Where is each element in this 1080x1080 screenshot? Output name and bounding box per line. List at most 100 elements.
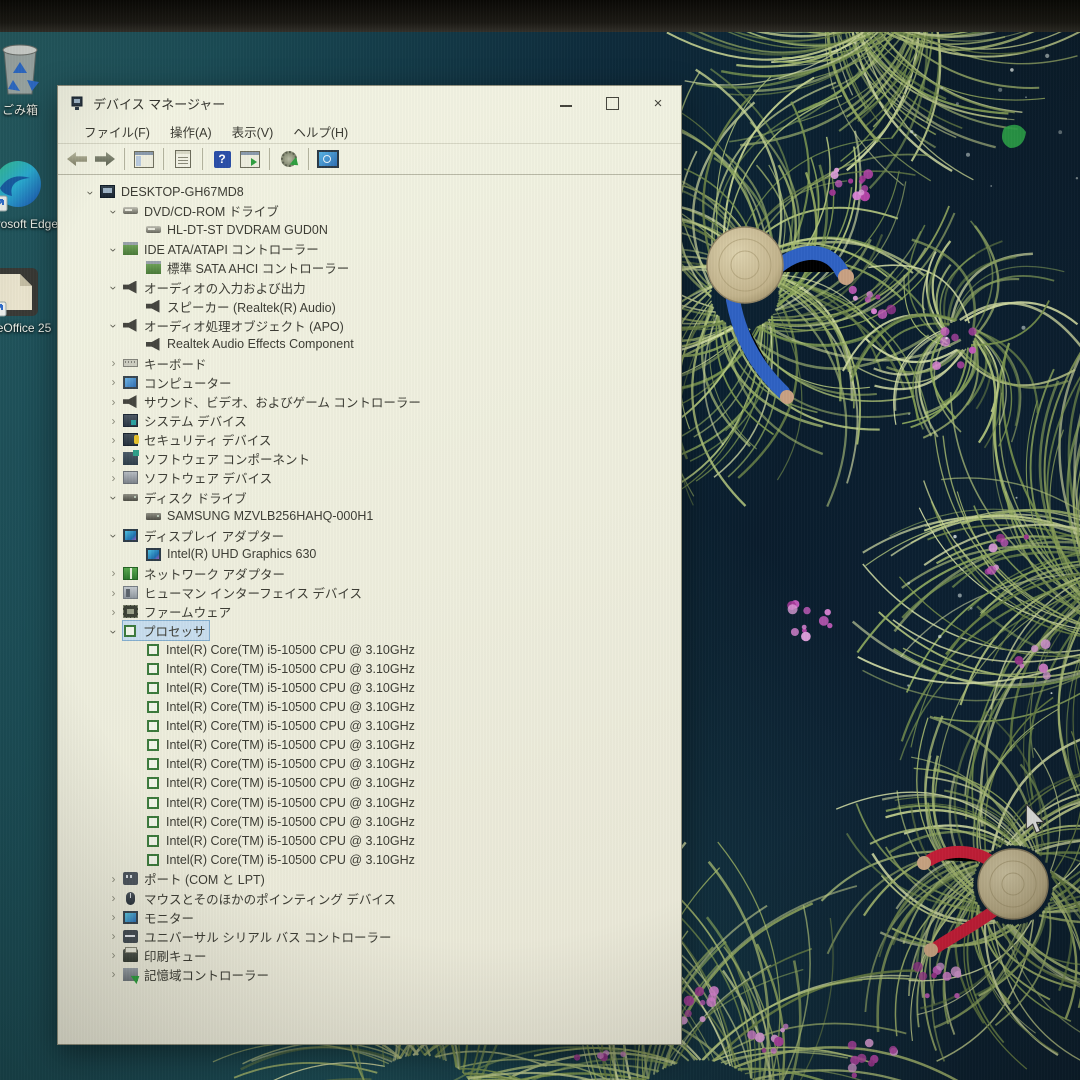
tree-row[interactable]: Intel(R) Core(TM) i5-10500 CPU @ 3.10GHz — [58, 717, 681, 736]
window-title: デバイス マネージャー — [93, 94, 543, 113]
desktop-icon-libreoffice[interactable]: LibreOffice 25 — [0, 266, 62, 335]
properties-icon[interactable] — [172, 149, 194, 169]
menu-view[interactable]: 表示(V) — [222, 120, 284, 143]
action-pane-icon[interactable] — [239, 149, 261, 169]
tree-row[interactable]: Intel(R) Core(TM) i5-10500 CPU @ 3.10GHz — [58, 736, 681, 755]
device-label: HL-DT-ST DVDRAM GUD0N — [167, 223, 328, 237]
chevron-right-icon[interactable]: › — [105, 606, 122, 618]
chevron-down-icon[interactable]: › — [108, 318, 120, 335]
tree-row[interactable]: HL-DT-ST DVDRAM GUD0N — [58, 220, 681, 239]
tree-row[interactable]: ›モニター — [58, 908, 681, 927]
tree-row[interactable]: ›ディスク ドライブ — [58, 488, 681, 507]
tree-row[interactable]: Intel(R) Core(TM) i5-10500 CPU @ 3.10GHz — [58, 774, 681, 793]
chevron-down-icon[interactable]: › — [108, 623, 120, 640]
processor-icon — [147, 835, 159, 847]
tree-row[interactable]: ›ヒューマン インターフェイス デバイス — [58, 583, 681, 602]
usb-icon — [123, 930, 138, 943]
tree-row[interactable]: › ディスプレイ アダプター — [58, 526, 681, 545]
desktop-icon-label: ごみ箱 — [2, 101, 38, 118]
ports-icon — [123, 872, 138, 885]
device-label: ディスプレイ アダプター — [144, 526, 284, 545]
device-label: ファームウェア — [144, 602, 231, 621]
tree-row[interactable]: › ファームウェア — [58, 602, 681, 621]
chevron-right-icon[interactable]: › — [105, 930, 122, 942]
chevron-down-icon[interactable]: › — [108, 490, 120, 507]
tree-row[interactable]: ›DESKTOP-GH67MD8 — [58, 182, 681, 201]
show-console-tree-icon[interactable] — [133, 149, 155, 169]
chevron-right-icon[interactable]: › — [105, 587, 122, 599]
tree-row[interactable]: ›マウスとそのほかのポインティング デバイス — [58, 888, 681, 907]
tree-row[interactable]: Intel(R) Core(TM) i5-10500 CPU @ 3.10GHz — [58, 659, 681, 678]
tree-row[interactable]: ›ネットワーク アダプター — [58, 564, 681, 583]
tree-row[interactable]: ›IDE ATA/ATAPI コントローラー — [58, 239, 681, 258]
scan-hardware-changes-icon[interactable] — [278, 149, 300, 169]
tree-row[interactable]: ›記憶域コントローラー — [58, 965, 681, 984]
chevron-right-icon[interactable]: › — [105, 376, 122, 388]
tree-row[interactable]: Intel(R) Core(TM) i5-10500 CPU @ 3.10GHz — [58, 640, 681, 659]
tree-row[interactable]: ›サウンド、ビデオ、およびゲーム コントローラー — [58, 392, 681, 411]
back-icon[interactable] — [66, 149, 88, 169]
tree-row[interactable]: ›DVD/CD-ROM ドライブ — [58, 201, 681, 220]
chevron-down-icon[interactable]: › — [108, 203, 120, 220]
chevron-right-icon[interactable]: › — [105, 911, 122, 923]
device-label: スピーカー (Realtek(R) Audio) — [167, 297, 336, 316]
tree-row[interactable]: ›ユニバーサル シリアル バス コントローラー — [58, 927, 681, 946]
chevron-down-icon[interactable]: › — [108, 241, 120, 258]
tree-row[interactable]: Intel(R) Core(TM) i5-10500 CPU @ 3.10GHz — [58, 698, 681, 717]
tree-row[interactable]: ›システム デバイス — [58, 411, 681, 430]
tree-row[interactable]: Intel(R) Core(TM) i5-10500 CPU @ 3.10GHz — [58, 850, 681, 869]
chevron-right-icon[interactable]: › — [105, 567, 122, 579]
chevron-right-icon[interactable]: › — [105, 453, 122, 465]
tree-row[interactable]: Realtek Audio Effects Component — [58, 335, 681, 354]
tree-row[interactable]: スピーカー (Realtek(R) Audio) — [58, 297, 681, 316]
help-icon[interactable]: ? — [211, 149, 233, 169]
tree-row[interactable]: Intel(R) Core(TM) i5-10500 CPU @ 3.10GHz — [58, 678, 681, 697]
chevron-right-icon[interactable]: › — [105, 968, 122, 980]
tree-row[interactable]: SAMSUNG MZVLB256HAHQ-000H1 — [58, 507, 681, 526]
tree-row[interactable]: Intel(R) Core(TM) i5-10500 CPU @ 3.10GHz — [58, 812, 681, 831]
chevron-right-icon[interactable]: › — [105, 396, 122, 408]
chevron-right-icon[interactable]: › — [105, 949, 122, 961]
tree-row[interactable]: Intel(R) Core(TM) i5-10500 CPU @ 3.10GHz — [58, 755, 681, 774]
tree-row[interactable]: Intel(R) Core(TM) i5-10500 CPU @ 3.10GHz — [58, 793, 681, 812]
software-device-icon — [123, 471, 138, 484]
tree-row[interactable]: ›キーボード — [58, 354, 681, 373]
menu-help[interactable]: ヘルプ(H) — [283, 120, 358, 143]
tree-row[interactable]: 標準 SATA AHCI コントローラー — [58, 258, 681, 277]
chevron-right-icon[interactable]: › — [105, 415, 122, 427]
tree-row[interactable]: ›プロセッサ — [58, 621, 681, 640]
close-button[interactable]: × — [635, 86, 681, 120]
tree-row[interactable]: ›ポート (COM と LPT) — [58, 869, 681, 888]
chevron-right-icon[interactable]: › — [105, 434, 122, 446]
forward-icon[interactable] — [94, 149, 116, 169]
tree-row[interactable]: ›ソフトウェア コンポーネント — [58, 449, 681, 468]
chevron-down-icon[interactable]: › — [108, 528, 120, 545]
tree-row[interactable]: ›コンピューター — [58, 373, 681, 392]
menu-file[interactable]: ファイル(F) — [74, 120, 160, 143]
chevron-down-icon[interactable]: › — [85, 184, 97, 201]
title-bar[interactable]: デバイス マネージャー × — [58, 86, 681, 120]
tree-row[interactable]: ›ソフトウェア デバイス — [58, 468, 681, 487]
tree-row[interactable]: ›セキュリティ デバイス — [58, 430, 681, 449]
device-label: オーディオ処理オブジェクト (APO) — [144, 316, 344, 335]
tree-row[interactable]: Intel(R) Core(TM) i5-10500 CPU @ 3.10GHz — [58, 831, 681, 850]
processor-icon — [147, 720, 159, 732]
remote-computer-icon[interactable] — [317, 149, 339, 169]
device-label: オーディオの入力および出力 — [144, 278, 306, 297]
chevron-right-icon[interactable]: › — [105, 472, 122, 484]
tree-row[interactable]: › オーディオ処理オブジェクト (APO) — [58, 316, 681, 335]
tree-row[interactable]: ›印刷キュー — [58, 946, 681, 965]
tree-row[interactable]: › オーディオの入力および出力 — [58, 277, 681, 296]
chevron-down-icon[interactable]: › — [108, 280, 120, 297]
chevron-right-icon[interactable]: › — [105, 873, 122, 885]
sound-controller-icon — [123, 395, 138, 408]
minimize-button[interactable] — [543, 86, 589, 120]
chevron-right-icon[interactable]: › — [105, 892, 122, 904]
menu-action[interactable]: 操作(A) — [160, 120, 222, 143]
maximize-button[interactable] — [589, 86, 635, 120]
tree-row[interactable]: Intel(R) UHD Graphics 630 — [58, 545, 681, 564]
cd-drive-icon — [146, 226, 161, 233]
device-label: Intel(R) Core(TM) i5-10500 CPU @ 3.10GHz — [166, 719, 415, 733]
chevron-right-icon[interactable]: › — [105, 357, 122, 369]
processor-icon — [147, 777, 159, 789]
